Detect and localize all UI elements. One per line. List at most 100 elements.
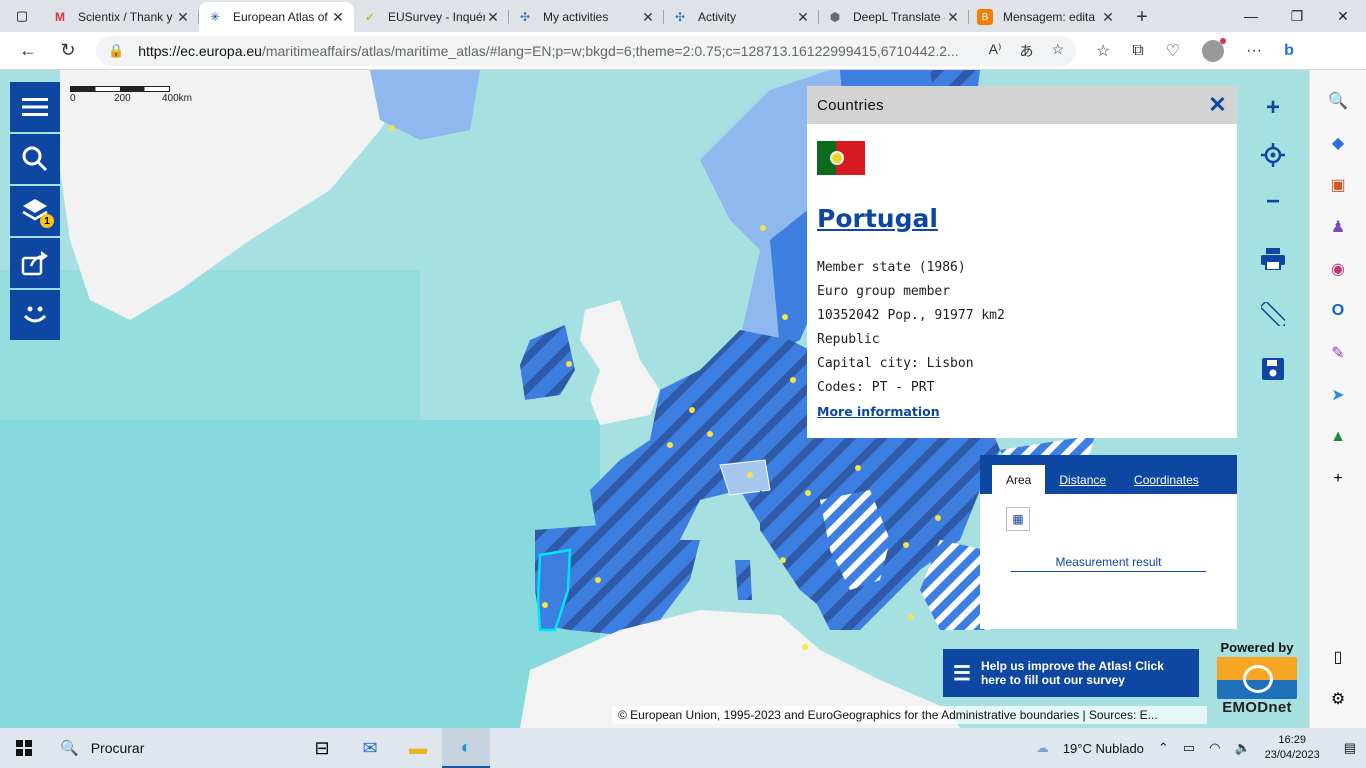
close-icon[interactable]: ✕	[175, 9, 191, 26]
euro-group-text: Euro group member	[817, 284, 951, 299]
minimize-icon[interactable]: —	[1228, 0, 1274, 32]
emodnet-name: EMODnet	[1222, 699, 1292, 716]
browser-tab[interactable]: ✓ EUSurvey - Inquér ✕	[354, 2, 509, 32]
country-name-link[interactable]: Portugal	[817, 204, 938, 233]
menu-button[interactable]	[10, 82, 60, 132]
add-icon[interactable]: +	[1320, 458, 1356, 500]
blogger-icon: B	[977, 9, 993, 25]
battery-icon[interactable]: ▭	[1183, 740, 1195, 756]
search-icon[interactable]: 🔍	[1320, 80, 1356, 122]
map-attribution: © European Union, 1995-2023 and EuroGeog…	[612, 706, 1207, 724]
browser-tab[interactable]: ✣ My activities ✕	[509, 2, 664, 32]
start-button[interactable]	[0, 728, 48, 768]
clock-date: 23/04/2023	[1264, 749, 1320, 761]
tab-title: My activities	[543, 10, 609, 24]
taskbar-search[interactable]: 🔍 Procurar	[48, 728, 248, 768]
search-button[interactable]	[10, 134, 60, 184]
favorite-add-icon[interactable]: ☆	[1051, 41, 1064, 61]
survey-banner[interactable]: ☰ Help us improve the Atlas! Click here …	[943, 649, 1199, 697]
tree-icon[interactable]: ▲	[1320, 416, 1356, 458]
scale-label: 0	[70, 93, 76, 104]
locate-icon[interactable]	[1250, 135, 1296, 175]
close-icon[interactable]: ✕	[795, 9, 811, 26]
close-icon[interactable]: ✕	[330, 9, 346, 26]
search-icon	[22, 146, 48, 172]
close-icon[interactable]: ✕	[1208, 92, 1227, 118]
notifications-icon[interactable]: ▤	[1344, 740, 1356, 756]
emodnet-logo-icon	[1217, 657, 1297, 699]
split-screen-icon[interactable]: ▯	[1320, 636, 1356, 678]
browser-tab[interactable]: ⬢ DeepL Translate - ✕	[819, 2, 969, 32]
tab-area[interactable]: Area	[992, 465, 1046, 494]
tab-title: EUSurvey - Inquér	[388, 10, 485, 24]
tools-icon[interactable]: ▣	[1320, 164, 1356, 206]
url-field[interactable]: 🔒 https://ec.europa.eu /maritimeaffairs/…	[96, 35, 1076, 66]
tab-title: Activity	[698, 10, 737, 24]
health-icon[interactable]: ♡	[1166, 41, 1180, 61]
more-information-link[interactable]: More information	[817, 400, 1005, 424]
chevron-up-icon[interactable]: ⌃	[1158, 740, 1169, 756]
task-view-icon[interactable]: ⊟	[298, 728, 346, 768]
tab-title: Mensagem: edita	[1003, 10, 1096, 24]
weather-icon[interactable]: ☁	[1036, 740, 1049, 756]
favorites-icon[interactable]: ☆	[1096, 41, 1110, 61]
lock-icon[interactable]: 🔒	[108, 43, 124, 59]
translate-icon[interactable]: あ	[1019, 41, 1033, 61]
edge-sidebar: 🔍 ◆ ▣ ♟ ◉ O ✎ ➤ ▲ + ▯ ⚙	[1309, 70, 1366, 728]
close-icon[interactable]: ✕	[485, 9, 501, 26]
read-aloud-icon[interactable]: A⁾	[989, 41, 1002, 61]
bing-icon[interactable]: b	[1284, 42, 1294, 60]
close-icon[interactable]: ✕	[640, 9, 656, 26]
games-icon[interactable]: ♟	[1320, 206, 1356, 248]
mail-icon[interactable]: ✉	[346, 728, 394, 768]
close-window-icon[interactable]: ✕	[1320, 0, 1366, 32]
settings-icon[interactable]: ⚙	[1320, 678, 1356, 720]
weather-text[interactable]: 19°C Nublado	[1063, 741, 1144, 756]
profile-avatar[interactable]	[1202, 37, 1227, 62]
browser-tab[interactable]: ✣ Activity ✕	[664, 2, 819, 32]
more-icon[interactable]: ···	[1246, 42, 1262, 60]
tab-distance[interactable]: Distance	[1045, 465, 1120, 494]
feedback-button[interactable]	[10, 290, 60, 340]
tab-title: European Atlas of	[233, 10, 328, 24]
browser-tab-active[interactable]: ✳ European Atlas of ✕	[199, 2, 354, 32]
url-path: /maritimeaffairs/atlas/maritime_atlas/#l…	[261, 42, 959, 59]
tab-coordinates[interactable]: Coordinates	[1120, 465, 1213, 494]
designer-icon[interactable]: ✎	[1320, 332, 1356, 374]
send-icon[interactable]: ➤	[1320, 374, 1356, 416]
tab-actions-icon[interactable]: ▢	[0, 0, 44, 32]
shopping-icon[interactable]: ◆	[1320, 122, 1356, 164]
browser-tab[interactable]: B Mensagem: edita ✕	[969, 2, 1124, 32]
outlook-icon[interactable]: O	[1320, 290, 1356, 332]
file-explorer-icon[interactable]: ▬	[394, 728, 442, 768]
restore-icon[interactable]: ❐	[1274, 0, 1320, 32]
refresh-icon[interactable]: ↻	[48, 32, 88, 70]
tab-title: DeepL Translate -	[853, 10, 945, 24]
windows-logo-icon	[16, 740, 32, 756]
layers-count-badge: 1	[40, 214, 54, 228]
measure-tool-icon[interactable]: ▦	[1006, 507, 1030, 531]
clock-time: 16:29	[1278, 734, 1306, 746]
edge-icon[interactable]: ◐	[442, 728, 490, 768]
close-icon[interactable]: ✕	[945, 9, 961, 26]
print-icon[interactable]	[1250, 239, 1296, 279]
save-icon[interactable]	[1250, 349, 1296, 389]
layers-button[interactable]: 1	[10, 186, 60, 236]
window-controls: — ❐ ✕	[1228, 0, 1366, 32]
collections-icon[interactable]: ⧉	[1132, 42, 1143, 60]
wifi-icon[interactable]: ◠	[1209, 740, 1220, 756]
new-tab-icon[interactable]: +	[1124, 2, 1160, 32]
ruler-icon[interactable]	[1250, 294, 1296, 334]
back-icon[interactable]: ←	[8, 32, 48, 70]
share-button[interactable]	[10, 238, 60, 288]
map-canvas[interactable]: 0 200 400km 1 + − Countries ✕ Portugal M…	[0, 70, 1309, 728]
emodnet-logo[interactable]: Powered by EMODnet	[1212, 640, 1302, 716]
windows-taskbar: 🔍 Procurar ⊟ ✉ ▬ ◐ ☁ 19°C Nublado ⌃ ▭ ◠ …	[0, 728, 1366, 768]
zoom-in-icon[interactable]: +	[1250, 88, 1296, 128]
volume-icon[interactable]: 🔈	[1234, 740, 1250, 756]
office-icon[interactable]: ◉	[1320, 248, 1356, 290]
clock[interactable]: 16:29 23/04/2023	[1265, 733, 1320, 763]
browser-tab[interactable]: M Scientix / Thank y ✕	[44, 2, 199, 32]
zoom-out-icon[interactable]: −	[1250, 182, 1296, 222]
close-icon[interactable]: ✕	[1100, 9, 1116, 26]
